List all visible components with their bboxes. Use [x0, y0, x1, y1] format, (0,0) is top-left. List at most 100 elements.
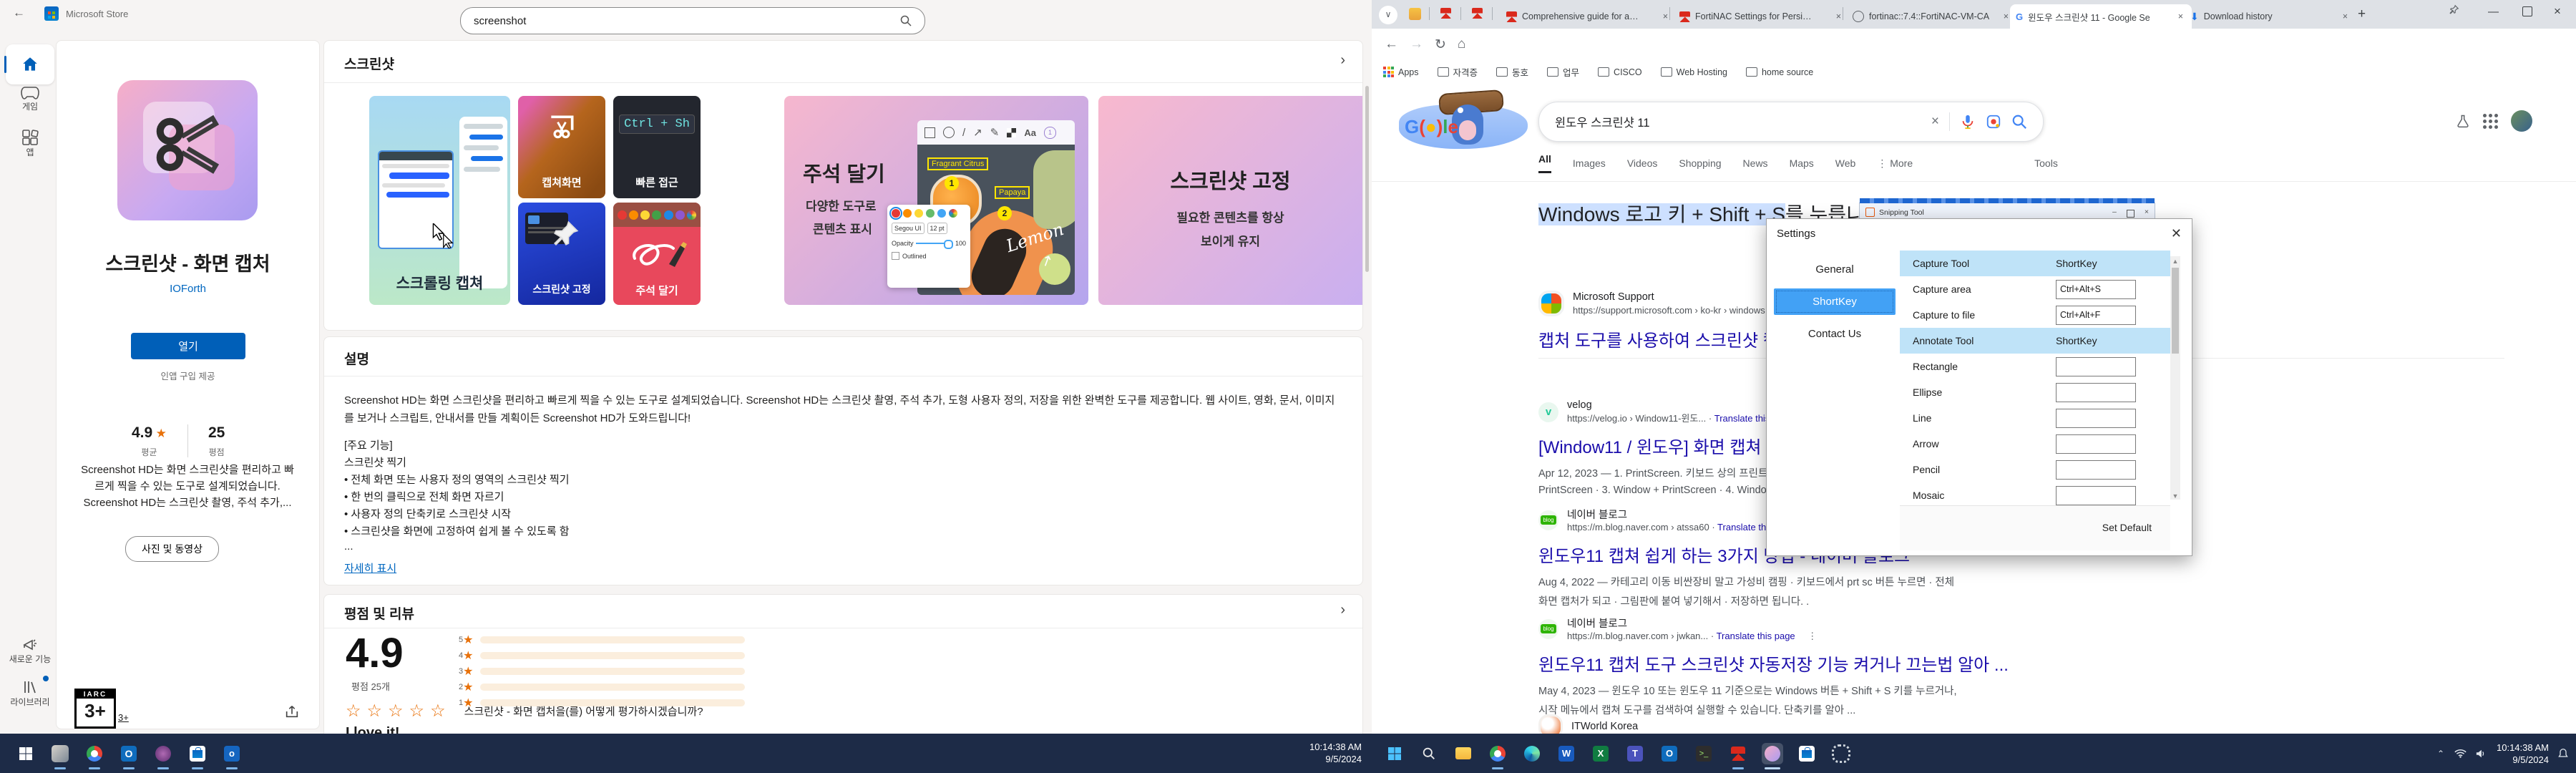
taskbar-app-chrome[interactable] [84, 743, 105, 764]
chevron-right-icon[interactable]: › [1340, 52, 1345, 69]
search-icon[interactable] [900, 15, 912, 26]
capture-to-file-shortcut-input[interactable]: Ctrl+Alt+F [2056, 306, 2136, 325]
tab-videos[interactable]: Videos [1627, 157, 1658, 169]
bookmark-folder-homesource[interactable]: home source [1746, 67, 1813, 77]
snip-restore-icon[interactable] [2127, 210, 2135, 218]
sidebar-item-whats-new[interactable]: 새로운 기능 [0, 636, 60, 665]
google-apps-grid-icon[interactable] [2483, 114, 2498, 129]
snip-close-icon[interactable]: × [2145, 208, 2149, 218]
tab-fortinac-vm[interactable]: fortinac::7.4::FortiNAC-VM-CA × [1847, 4, 2017, 29]
google-search-box[interactable]: 윈도우 스크린샷 11 × [1538, 102, 2044, 142]
voice-search-icon[interactable] [1960, 114, 1976, 130]
result-site-name[interactable]: ITWorld Korea [1571, 721, 1638, 732]
tab-all[interactable]: All [1538, 153, 1551, 173]
rating-count[interactable]: 25 평점 [208, 424, 225, 458]
tab-images[interactable]: Images [1573, 157, 1606, 169]
wifi-icon[interactable] [2454, 749, 2467, 758]
browser-back-icon[interactable]: ← [1385, 37, 1398, 52]
tab-search-icon[interactable]: ∨ [1379, 6, 1397, 24]
taskbar-search-icon[interactable] [1418, 743, 1440, 764]
scroll-up-icon[interactable]: ▲ [2170, 256, 2180, 266]
settings-scrollbar[interactable]: ▲ ▼ [2170, 256, 2180, 500]
tray-chevron-up-icon[interactable]: ⌃ [2437, 749, 2444, 759]
screenshot-tile-scrolling[interactable]: 스크롤링 캡쳐 [369, 96, 510, 305]
notification-bell-icon[interactable] [2557, 748, 2569, 759]
ratings-chevron-icon[interactable]: › [1340, 602, 1345, 618]
bookmark-folder-certs[interactable]: 자격증 [1438, 65, 1478, 79]
pinned-tab-fortinet-2[interactable] [1472, 8, 1483, 19]
taskbar-app-mail[interactable]: o [221, 743, 243, 764]
browser-home-icon[interactable]: ⌂ [1458, 37, 1465, 52]
taskbar-app-settings[interactable] [1830, 743, 1852, 764]
opacity-slider[interactable] [916, 243, 953, 244]
translate-link[interactable]: Translate this page [1717, 631, 1795, 641]
feature-tile-pin[interactable]: 스크린샷 고정 필요한 콘텐츠를 항상 보이게 유지 [1098, 96, 1362, 305]
store-scrollbar[interactable] [1365, 86, 1369, 272]
result-site-name[interactable]: 네이버 블로그 [1567, 616, 1817, 631]
pinned-tab-1[interactable] [1409, 8, 1421, 20]
taskbar-app-folder[interactable] [1453, 743, 1474, 764]
result-url[interactable]: https://m.blog.naver.com › atssa60 [1567, 522, 1709, 533]
taskbar-app-edge[interactable] [1521, 743, 1543, 764]
tab-shopping[interactable]: Shopping [1679, 157, 1721, 169]
feature-tile-annotate[interactable]: 주석 달기 다양한 도구로 콘텐츠 표시 /↗✎ Aa 1 [784, 96, 1088, 305]
pencil-shortcut-input[interactable] [2056, 460, 2136, 480]
restore-icon[interactable] [2522, 6, 2532, 16]
screenshot-tile-capture[interactable]: 캡쳐화면 [518, 96, 605, 198]
share-icon[interactable] [284, 704, 300, 719]
back-arrow-icon[interactable]: ← [13, 6, 25, 20]
taskbar-right-clock[interactable]: 10:14:38 AM 9/5/2024 [2497, 742, 2549, 766]
font-size-select[interactable]: 12 pt [927, 223, 947, 234]
taskbar-app-word[interactable]: W [1556, 743, 1577, 764]
bookmark-folder-webhosting[interactable]: Web Hosting [1661, 67, 1727, 77]
search-submit-icon[interactable] [2011, 114, 2027, 130]
tools-button[interactable]: Tools [2034, 157, 2058, 169]
outlined-checkbox[interactable] [892, 252, 899, 260]
tab-guide[interactable]: Comprehensive guide for a sim × [1501, 4, 1677, 29]
publisher-link[interactable]: IOForth [57, 283, 319, 295]
screenshot-tile-pin[interactable]: 스크린샷 고정 [518, 203, 605, 305]
capture-area-shortcut-input[interactable]: Ctrl+Alt+S [2056, 280, 2136, 299]
taskbar-app-chrome[interactable] [1487, 743, 1508, 764]
result-site-name[interactable]: Microsoft Support [1573, 291, 1790, 303]
settings-close-icon[interactable]: ✕ [2171, 226, 2182, 241]
sidebar-item-home[interactable] [6, 44, 54, 84]
open-button[interactable]: 열기 [131, 333, 245, 359]
show-more-link[interactable]: 자세히 표시 [344, 560, 396, 575]
set-default-button[interactable]: Set Default [2102, 522, 2152, 533]
settings-nav-general[interactable]: General [1774, 256, 1896, 283]
tab-more[interactable]: ⋮ More [1877, 157, 1913, 170]
tab-downloads[interactable]: ⬇ Download history × [2185, 4, 2356, 29]
pin-window-icon[interactable] [2449, 4, 2459, 14]
tab-google-search-active[interactable]: G 윈도우 스크린샷 11 - Google Se × [2010, 4, 2192, 29]
sidebar-item-games[interactable]: 게임 [0, 86, 60, 112]
new-tab-button[interactable]: + [2358, 6, 2366, 22]
scrollbar-thumb[interactable] [2172, 268, 2179, 354]
tab-web[interactable]: Web [1835, 157, 1856, 169]
taskbar-app-excel[interactable]: X [1590, 743, 1611, 764]
bookmark-folder-dongho[interactable]: 동호 [1496, 65, 1528, 79]
taskbar-app-outlook[interactable]: O [1659, 743, 1680, 764]
scroll-down-icon[interactable]: ▼ [2170, 492, 2180, 500]
result-url[interactable]: https://support.microsoft.com › ko-kr › … [1573, 303, 1790, 316]
taskbar-app-fortinet[interactable] [1727, 743, 1749, 764]
google-profile-avatar[interactable] [2511, 110, 2532, 132]
screenshot-tile-quick[interactable]: Ctrl + Sh 빠른 접근 [613, 96, 701, 198]
volume-icon[interactable] [2475, 749, 2487, 759]
google-lens-icon[interactable] [1986, 114, 2001, 130]
tab-maps[interactable]: Maps [1790, 157, 1814, 169]
mosaic-shortcut-input[interactable] [2056, 486, 2136, 505]
taskbar-app-snipping-active[interactable] [1762, 743, 1783, 764]
ellipse-shortcut-input[interactable] [2056, 383, 2136, 402]
taskbar-app-photos[interactable] [49, 743, 71, 764]
start-button[interactable] [1384, 743, 1405, 764]
rate-app-row[interactable]: ☆☆☆☆☆ 스크린샷 - 화면 캡처을(를) 어떻게 평가하시겠습니까? [346, 701, 703, 721]
taskbar-app-teams[interactable]: T [1624, 743, 1646, 764]
bookmark-folder-work[interactable]: 업무 [1547, 65, 1579, 79]
arrow-shortcut-input[interactable] [2056, 434, 2136, 454]
result-site-name[interactable]: velog [1567, 399, 1793, 411]
tab-news[interactable]: News [1743, 157, 1768, 169]
tab-fortinac-settings[interactable]: FortiNAC Settings for Persistent × [1674, 4, 1850, 29]
sidebar-item-apps[interactable]: 앱 [0, 129, 60, 158]
taskbar-left-clock[interactable]: 10:14:38 AM 9/5/2024 [1309, 741, 1362, 765]
